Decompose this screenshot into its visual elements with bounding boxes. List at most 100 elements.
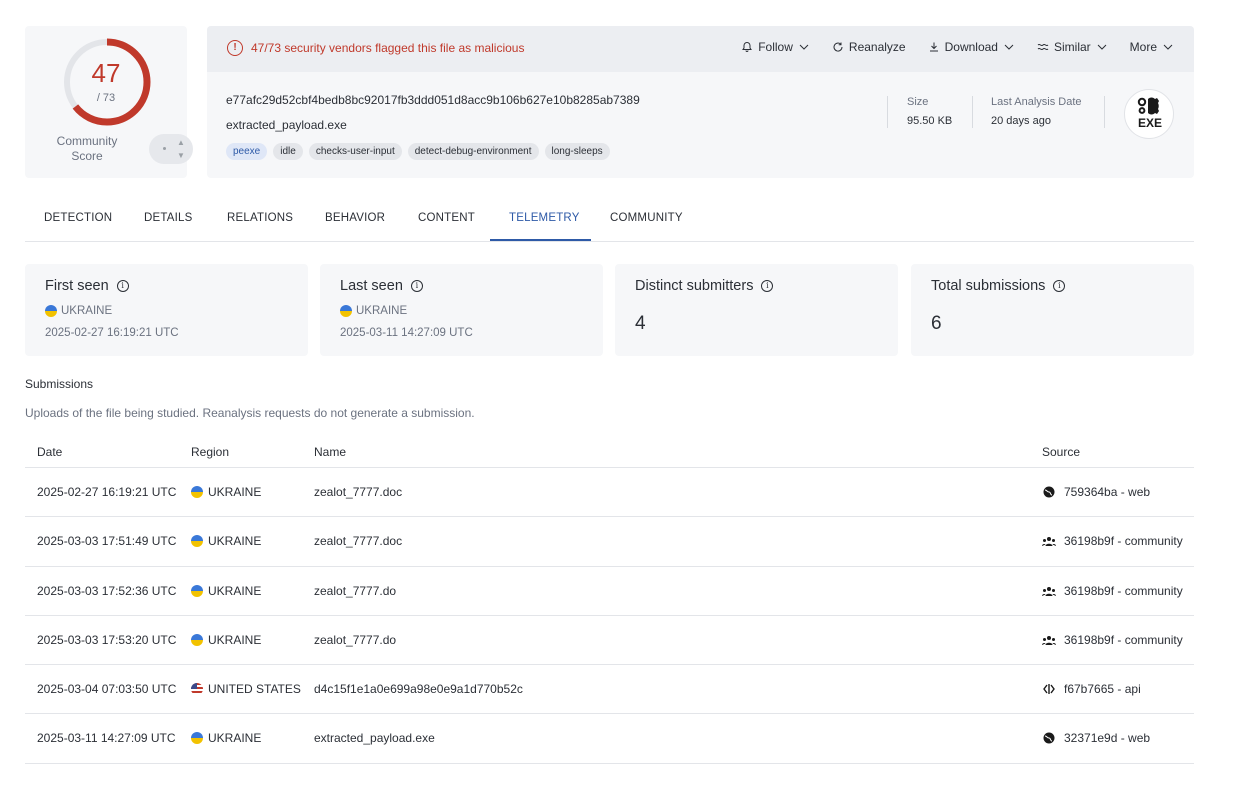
tab-telemetry[interactable]: TELEMETRY	[509, 212, 580, 224]
ukraine-flag-icon	[191, 732, 203, 745]
info-icon[interactable]: i	[116, 280, 129, 292]
gears-icon	[1137, 97, 1159, 115]
chevron-down-icon	[1163, 44, 1173, 50]
row-region-label: UKRAINE	[208, 485, 262, 499]
alert-text: 47/73 security vendors flagged this file…	[251, 41, 525, 55]
globe-icon	[1043, 486, 1055, 498]
info-icon[interactable]: i	[1053, 280, 1066, 292]
detection-total: / 73	[96, 92, 116, 104]
row-name: zealot_7777.doc	[314, 485, 403, 499]
alert-bar: ! 47/73 security vendors flagged this fi…	[207, 26, 1194, 72]
row-name: zealot_7777.doc	[314, 534, 403, 549]
first-seen-card: First seen i UKRAINE 2025-02-27 16:19:21…	[25, 264, 308, 356]
row-source[interactable]: 36198b9f - community	[1042, 584, 1183, 598]
upvote-icon[interactable]: ▲	[177, 138, 185, 147]
distinct-submitters-title: Distinct submitters	[635, 278, 754, 294]
community-vote-control[interactable]: ▲ ▼	[149, 134, 193, 164]
total-submissions-value: 6	[931, 313, 942, 334]
bell-icon	[742, 41, 753, 52]
row-source-label: 36198b9f - community	[1064, 583, 1183, 598]
info-icon[interactable]: i	[761, 280, 774, 292]
table-row: 2025-03-11 14:27:09 UTC UKRAINE extracte…	[25, 714, 1194, 764]
size-value: 95.50 KB	[907, 115, 953, 127]
total-submissions-card: Total submissions i 6	[911, 264, 1194, 356]
row-source-label: f67b7665 - api	[1064, 682, 1141, 697]
last-seen-title-row: Last seen i	[340, 278, 423, 294]
ukraine-flag-icon	[191, 584, 203, 597]
active-tab-indicator	[490, 239, 591, 241]
united-states-flag-icon	[191, 683, 203, 696]
globe-icon	[1043, 732, 1055, 744]
row-region: UNITED STATES	[191, 682, 301, 696]
last-analysis-value: 20 days ago	[991, 115, 1051, 127]
row-source[interactable]: 36198b9f - community	[1042, 534, 1183, 548]
row-date: 2025-03-03 17:53:20 UTC	[37, 632, 177, 647]
similar-button[interactable]: Similar	[1037, 40, 1108, 54]
row-source[interactable]: 32371e9d - web	[1042, 731, 1150, 745]
row-source[interactable]: 759364ba - web	[1042, 485, 1150, 499]
table-row: 2025-03-04 07:03:50 UTC UNITED STATES d4…	[25, 665, 1194, 715]
row-source[interactable]: f67b7665 - api	[1042, 682, 1141, 696]
ukraine-flag-icon	[191, 486, 203, 498]
tab-relations[interactable]: RELATIONS	[227, 212, 293, 224]
more-button[interactable]: More	[1130, 40, 1174, 54]
downvote-icon[interactable]: ▼	[177, 151, 185, 160]
chevron-down-icon	[1097, 44, 1107, 50]
table-row: 2025-03-03 17:52:36 UTC UKRAINE zealot_7…	[25, 567, 1194, 616]
row-region: UKRAINE	[191, 534, 261, 548]
ukraine-flag-icon	[340, 305, 352, 317]
submissions-table: Date Region Name Source 2025-02-27 16:19…	[25, 437, 1194, 764]
divider	[887, 96, 888, 128]
file-header-card: ! 47/73 security vendors flagged this fi…	[207, 26, 1194, 178]
last-seen-card: Last seen i UKRAINE 2025-03-11 14:27:09 …	[320, 264, 603, 356]
community-icon	[1042, 537, 1056, 547]
community-icon	[1042, 586, 1056, 596]
tag-peexe[interactable]: peexe	[226, 143, 268, 160]
distinct-submitters-card: Distinct submitters i 4	[615, 264, 898, 356]
first-seen-region: UKRAINE	[45, 305, 112, 317]
community-score-label: Community Score	[56, 134, 118, 163]
tag-list: peexe idle checks-user-input detect-debu…	[226, 143, 610, 160]
tag-idle[interactable]: idle	[273, 143, 303, 160]
detection-count: 47	[91, 58, 121, 88]
row-date: 2025-03-03 17:52:36 UTC	[37, 583, 177, 598]
chevron-down-icon	[1004, 44, 1014, 50]
tab-behavior[interactable]: BEHAVIOR	[325, 212, 385, 224]
more-label: More	[1129, 40, 1157, 54]
download-icon	[929, 42, 938, 52]
size-label: Size	[907, 96, 929, 108]
tab-details[interactable]: DETAILS	[144, 212, 192, 224]
tag-detect-debug-environment[interactable]: detect-debug-environment	[407, 143, 539, 160]
follow-button[interactable]: Follow	[741, 40, 810, 54]
last-analysis-label: Last Analysis Date	[991, 96, 1082, 108]
row-name: d4c15f1e1a0e699a98e0e9a1d770b52c	[314, 682, 523, 697]
submissions-description: Uploads of the file being studied. Reana…	[25, 406, 475, 420]
info-icon[interactable]: i	[410, 280, 423, 292]
last-seen-region-label: UKRAINE	[356, 305, 408, 317]
api-icon	[1043, 684, 1055, 695]
tag-checks-user-input[interactable]: checks-user-input	[308, 143, 402, 160]
row-region-label: UKRAINE	[208, 534, 262, 549]
table-row: 2025-02-27 16:19:21 UTC UKRAINE zealot_7…	[25, 468, 1194, 518]
row-source-label: 32371e9d - web	[1064, 731, 1151, 746]
tab-detection[interactable]: DETECTION	[44, 212, 112, 224]
community-score-dot	[163, 147, 166, 150]
file-hash[interactable]: e77afc29d52cbf4bedb8bc92017fb3ddd051d8ac…	[226, 93, 640, 107]
row-region-label: UKRAINE	[208, 583, 262, 598]
reanalyze-button[interactable]: Reanalyze	[832, 40, 906, 54]
action-toolbar: Follow Reanalyze Download Similar More	[741, 40, 1174, 54]
tab-community[interactable]: COMMUNITY	[610, 212, 683, 224]
row-region: UKRAINE	[191, 584, 261, 598]
distinct-submitters-value: 4	[635, 313, 646, 334]
header-name: Name	[314, 445, 347, 459]
tab-content[interactable]: CONTENT	[418, 212, 475, 224]
row-region-label: UKRAINE	[208, 731, 262, 746]
tag-long-sleeps[interactable]: long-sleeps	[544, 143, 610, 160]
tab-bar: DETECTION DETAILS RELATIONS BEHAVIOR CON…	[25, 198, 1194, 242]
similar-label: Similar	[1053, 40, 1091, 54]
total-submissions-title-row: Total submissions i	[931, 278, 1066, 294]
download-button[interactable]: Download	[928, 40, 1015, 54]
row-source[interactable]: 36198b9f - community	[1042, 633, 1183, 647]
distinct-submitters-title-row: Distinct submitters i	[635, 278, 774, 294]
reanalyze-label: Reanalyze	[848, 40, 906, 54]
